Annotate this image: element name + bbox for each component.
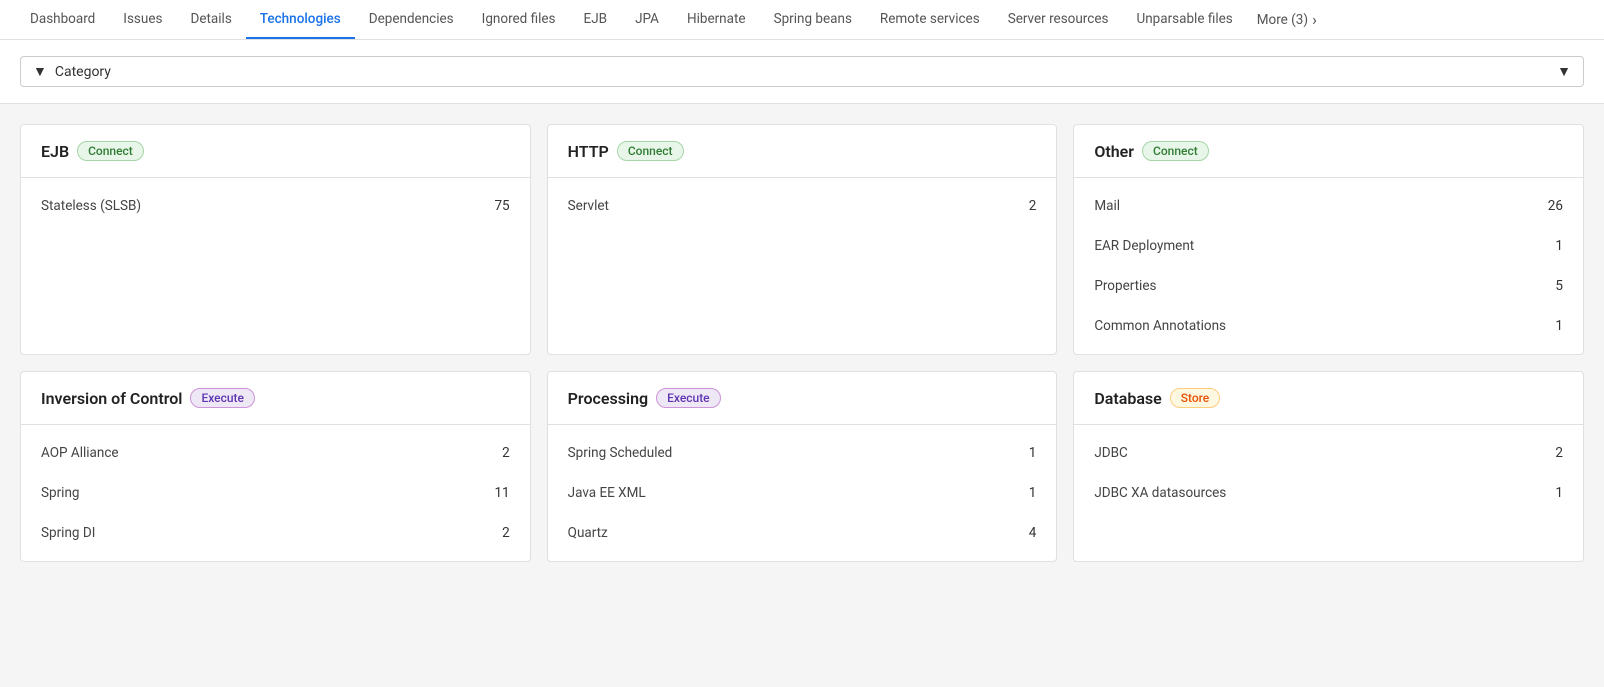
card-title: Other <box>1094 142 1134 161</box>
card-body: Servlet 2 <box>548 178 1057 234</box>
card-body: Spring Scheduled 1 Java EE XML 1 Quartz … <box>548 425 1057 561</box>
card-row-label: Spring DI <box>41 525 95 541</box>
card-row-value: 1 <box>1555 238 1563 254</box>
more-chevron: › <box>1312 10 1317 29</box>
card-row-value: 1 <box>1029 445 1037 461</box>
nav-tab-details[interactable]: Details <box>176 1 245 39</box>
card-row-value: 4 <box>1029 525 1037 541</box>
card-row-label: JDBC XA datasources <box>1094 485 1226 501</box>
nav-tab-remote-services[interactable]: Remote services <box>866 1 994 39</box>
nav-tab-unparsable-files[interactable]: Unparsable files <box>1122 1 1246 39</box>
card-ioc: Inversion of Control Execute AOP Allianc… <box>20 371 531 562</box>
card-badge: Execute <box>656 388 721 408</box>
card-row: JDBC XA datasources 1 <box>1074 473 1583 513</box>
card-title: HTTP <box>568 142 609 161</box>
filter-label: Category <box>55 64 111 80</box>
nav-tab-dependencies[interactable]: Dependencies <box>355 1 468 39</box>
card-row-label: Mail <box>1094 198 1120 214</box>
card-row: Mail 26 <box>1074 186 1583 226</box>
card-row: Spring DI 2 <box>21 513 530 553</box>
filter-chevron: ▼ <box>1557 63 1571 80</box>
nav-tab-jpa[interactable]: JPA <box>621 1 673 39</box>
more-label: More (3) <box>1257 12 1308 28</box>
card-header-ejb: EJB Connect <box>21 125 530 178</box>
card-row-value: 1 <box>1029 485 1037 501</box>
card-body: Stateless (SLSB) 75 <box>21 178 530 234</box>
card-row-label: EAR Deployment <box>1094 238 1194 254</box>
card-row: Stateless (SLSB) 75 <box>21 186 530 226</box>
nav-tab-spring-beans[interactable]: Spring beans <box>760 1 866 39</box>
main-content: EJB Connect Stateless (SLSB) 75 HTTP Con… <box>0 104 1604 687</box>
card-badge: Execute <box>190 388 255 408</box>
card-row-label: Java EE XML <box>568 485 646 501</box>
card-title: Processing <box>568 389 648 408</box>
filter-bar: ▼ Category ▼ <box>0 40 1604 104</box>
card-row-value: 2 <box>1555 445 1563 461</box>
cards-grid: EJB Connect Stateless (SLSB) 75 HTTP Con… <box>20 124 1584 562</box>
card-row-label: AOP Alliance <box>41 445 119 461</box>
card-header-http: HTTP Connect <box>548 125 1057 178</box>
card-row-value: 11 <box>494 485 509 501</box>
card-row-value: 26 <box>1548 198 1563 214</box>
nav-tab-technologies[interactable]: Technologies <box>246 1 355 39</box>
card-row: Spring Scheduled 1 <box>548 433 1057 473</box>
card-row-label: Quartz <box>568 525 608 541</box>
card-header-processing: Processing Execute <box>548 372 1057 425</box>
card-row: AOP Alliance 2 <box>21 433 530 473</box>
card-row-value: 2 <box>502 445 510 461</box>
card-row: JDBC 2 <box>1074 433 1583 473</box>
card-row-label: Common Annotations <box>1094 318 1226 334</box>
nav-tabs: DashboardIssuesDetailsTechnologiesDepend… <box>0 0 1604 40</box>
card-row-value: 5 <box>1555 278 1563 294</box>
card-row: Java EE XML 1 <box>548 473 1057 513</box>
card-row: EAR Deployment 1 <box>1074 226 1583 266</box>
nav-tab-server-resources[interactable]: Server resources <box>994 1 1123 39</box>
card-row-value: 2 <box>502 525 510 541</box>
nav-tab-ejb[interactable]: EJB <box>570 1 622 39</box>
card-title: EJB <box>41 142 69 161</box>
card-header-other: Other Connect <box>1074 125 1583 178</box>
card-header-database: Database Store <box>1074 372 1583 425</box>
card-ejb: EJB Connect Stateless (SLSB) 75 <box>20 124 531 355</box>
card-badge: Connect <box>77 141 144 161</box>
nav-tab-issues[interactable]: Issues <box>109 1 176 39</box>
card-header-ioc: Inversion of Control Execute <box>21 372 530 425</box>
nav-tab-more[interactable]: More (3)› <box>1247 0 1327 39</box>
card-row: Common Annotations 1 <box>1074 306 1583 346</box>
nav-tab-hibernate[interactable]: Hibernate <box>673 1 760 39</box>
nav-tab-dashboard[interactable]: Dashboard <box>16 1 109 39</box>
card-row-label: JDBC <box>1094 445 1128 461</box>
card-row-label: Properties <box>1094 278 1156 294</box>
card-badge: Store <box>1170 388 1221 408</box>
card-row-value: 1 <box>1555 318 1563 334</box>
card-row-value: 1 <box>1555 485 1563 501</box>
card-body: AOP Alliance 2 Spring 11 Spring DI 2 <box>21 425 530 561</box>
nav-tab-ignored-files[interactable]: Ignored files <box>468 1 570 39</box>
card-processing: Processing Execute Spring Scheduled 1 Ja… <box>547 371 1058 562</box>
card-row-label: Spring <box>41 485 80 501</box>
card-body: Mail 26 EAR Deployment 1 Properties 5 Co… <box>1074 178 1583 354</box>
card-row-value: 75 <box>494 198 509 214</box>
filter-icon: ▼ <box>33 63 47 80</box>
card-row: Spring 11 <box>21 473 530 513</box>
card-row: Quartz 4 <box>548 513 1057 553</box>
card-title: Inversion of Control <box>41 389 182 408</box>
card-row: Properties 5 <box>1074 266 1583 306</box>
card-row-label: Stateless (SLSB) <box>41 198 141 214</box>
card-other: Other Connect Mail 26 EAR Deployment 1 P… <box>1073 124 1584 355</box>
card-body: JDBC 2 JDBC XA datasources 1 <box>1074 425 1583 521</box>
card-title: Database <box>1094 389 1161 408</box>
card-row-value: 2 <box>1029 198 1037 214</box>
category-filter[interactable]: ▼ Category ▼ <box>20 56 1584 87</box>
card-database: Database Store JDBC 2 JDBC XA datasource… <box>1073 371 1584 562</box>
card-row: Servlet 2 <box>548 186 1057 226</box>
card-row-label: Spring Scheduled <box>568 445 673 461</box>
card-badge: Connect <box>1142 141 1209 161</box>
card-http: HTTP Connect Servlet 2 <box>547 124 1058 355</box>
card-badge: Connect <box>617 141 684 161</box>
card-row-label: Servlet <box>568 198 609 214</box>
